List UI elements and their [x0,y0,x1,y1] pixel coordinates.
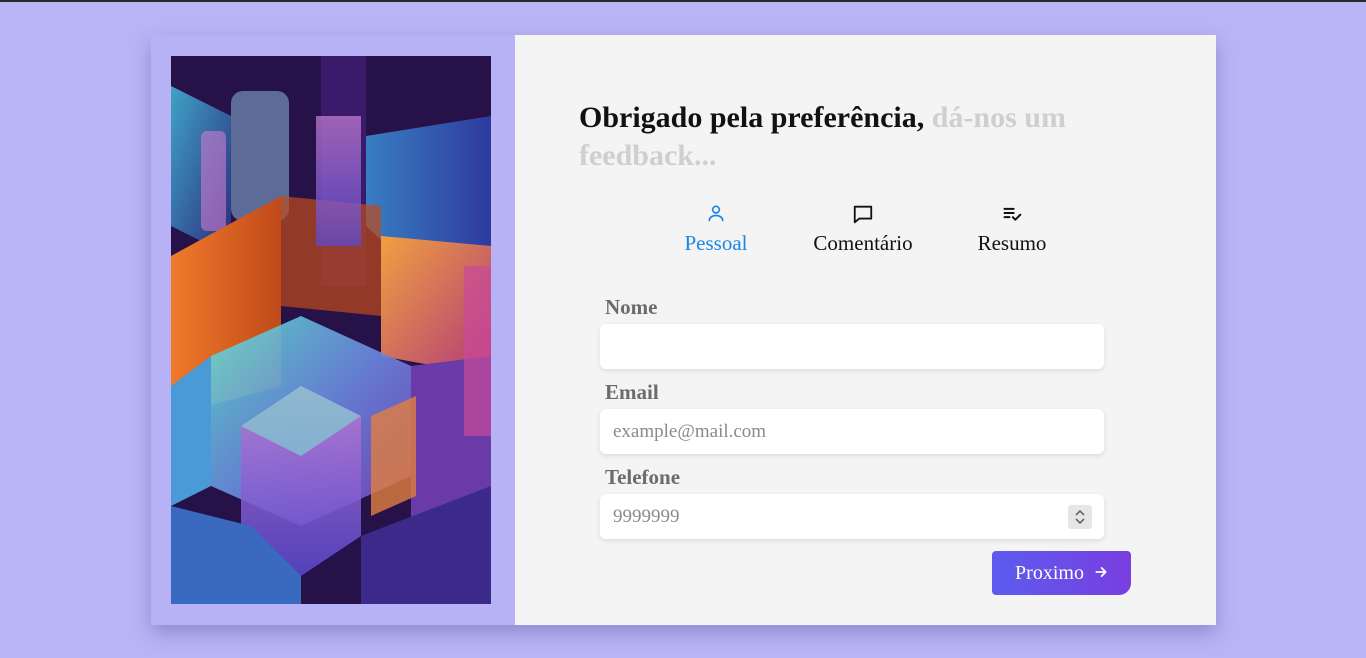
feedback-card: Obrigado pela preferência, dá-nos um fee… [151,35,1216,625]
user-icon [684,203,748,229]
tab-comentario-label: Comentário [813,231,913,255]
name-label: Nome [605,295,658,319]
stepper-arrows-icon [1075,509,1085,525]
image-panel [151,35,515,625]
list-check-icon [977,203,1047,229]
next-button-label: Proximo [1015,561,1084,584]
tab-pessoal-label: Pessoal [684,231,748,255]
arrow-right-icon [1094,562,1108,585]
phone-field[interactable] [600,494,1104,539]
top-border [0,0,1366,2]
form-panel: Obrigado pela preferência, dá-nos um fee… [515,35,1216,625]
tab-resumo-label: Resumo [977,231,1047,255]
tab-pessoal[interactable]: Pessoal [684,203,748,256]
tab-comentario[interactable]: Comentário [812,203,914,256]
title-main: Obrigado pela preferência, [579,101,925,134]
phone-stepper[interactable] [1068,505,1092,529]
abstract-cubes-image [171,56,491,604]
next-button[interactable]: Proximo [992,551,1131,595]
chat-bubble-icon [812,203,914,229]
page-title: Obrigado pela preferência, dá-nos um fee… [579,99,1139,175]
phone-label: Telefone [605,465,681,489]
email-label: Email [605,380,659,404]
step-tabs: Pessoal Comentário Resumo [515,203,1216,259]
email-field[interactable] [600,409,1104,454]
name-field[interactable] [600,324,1104,369]
tab-resumo[interactable]: Resumo [977,203,1047,256]
